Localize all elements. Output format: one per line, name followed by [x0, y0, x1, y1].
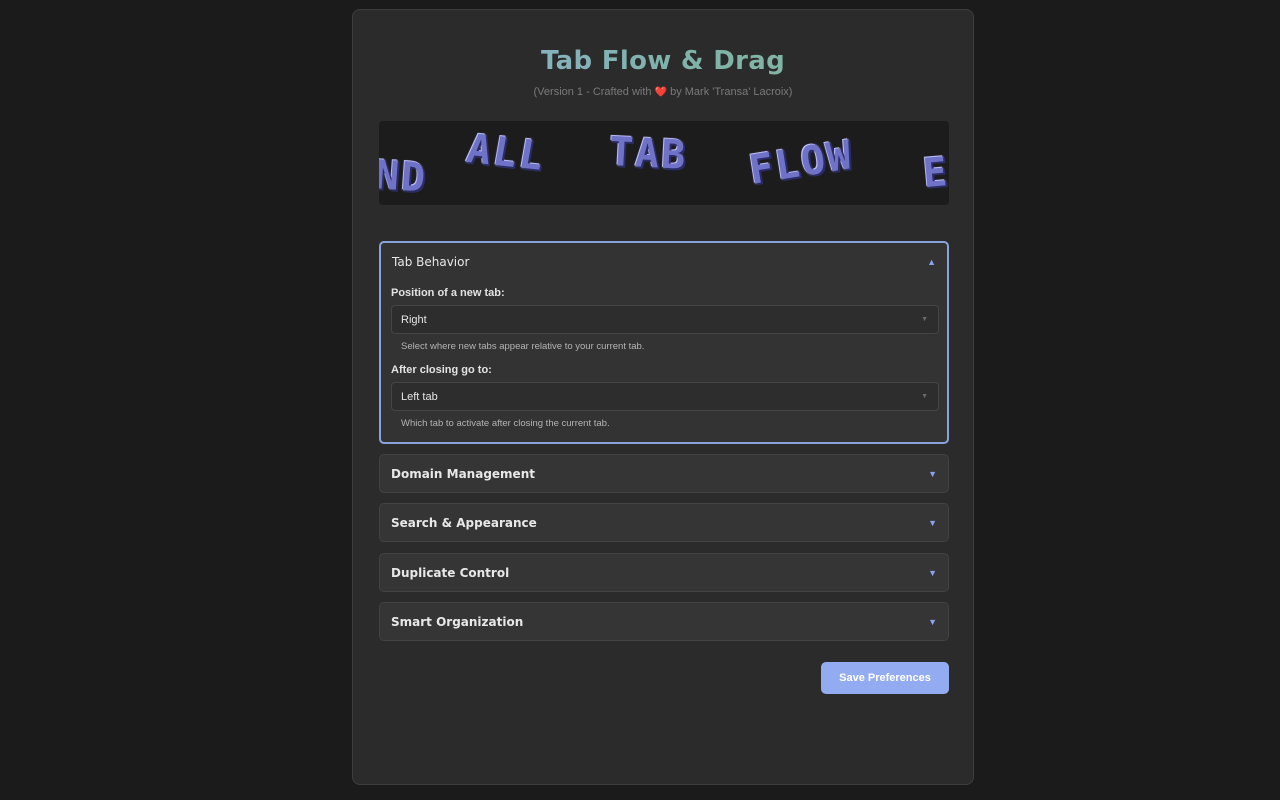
banner-word: FLOW [746, 132, 857, 194]
chevron-down-icon: ▼ [928, 469, 937, 479]
app-title: Tab Flow & Drag [353, 46, 973, 77]
caret-down-icon: ▼ [921, 316, 928, 323]
section-title: Tab Behavior [392, 255, 470, 269]
after-closing-help: Which tab to activate after closing the … [401, 418, 610, 429]
new-tab-position-help: Select where new tabs appear relative to… [401, 341, 645, 352]
after-closing-select[interactable]: Left tab ▼ [391, 382, 939, 411]
chevron-down-icon: ▼ [928, 568, 937, 578]
new-tab-position-label: Position of a new tab: [391, 287, 505, 299]
new-tab-position-select[interactable]: Right ▼ [391, 305, 939, 334]
subtitle-suffix: by Mark 'Transa' Lacroix) [670, 86, 793, 98]
subtitle-prefix: (Version 1 - Crafted with [533, 86, 652, 98]
section-domain-management[interactable]: Domain Management ▼ [379, 454, 949, 493]
chevron-down-icon: ▼ [928, 617, 937, 627]
section-title: Domain Management [391, 467, 535, 481]
section-title: Smart Organization [391, 615, 524, 629]
heart-icon: ❤️ [654, 87, 668, 98]
section-tab-behavior: Tab Behavior ▲ Position of a new tab: Ri… [379, 241, 949, 444]
caret-down-icon: ▼ [921, 393, 928, 400]
options-panel: Tab Flow & Drag (Version 1 - Crafted wit… [352, 9, 974, 785]
save-preferences-button[interactable]: Save Preferences [821, 662, 949, 694]
banner-word: E [921, 148, 949, 198]
section-header-search-appearance[interactable]: Search & Appearance ▼ [391, 504, 937, 542]
app-subtitle: (Version 1 - Crafted with ❤️ by Mark 'Tr… [353, 86, 973, 98]
chevron-up-icon: ▲ [927, 257, 936, 267]
after-closing-label: After closing go to: [391, 364, 492, 376]
section-search-appearance[interactable]: Search & Appearance ▼ [379, 503, 949, 542]
section-smart-organization[interactable]: Smart Organization ▼ [379, 602, 949, 641]
chevron-down-icon: ▼ [928, 518, 937, 528]
section-header-smart-organization[interactable]: Smart Organization ▼ [391, 603, 937, 641]
section-header-duplicate-control[interactable]: Duplicate Control ▼ [391, 554, 937, 592]
banner-word: ND [379, 152, 429, 202]
section-title: Duplicate Control [391, 566, 510, 580]
after-closing-value: Left tab [401, 390, 438, 403]
new-tab-position-value: Right [401, 313, 427, 326]
section-duplicate-control[interactable]: Duplicate Control ▼ [379, 553, 949, 592]
section-header-domain-management[interactable]: Domain Management ▼ [391, 455, 937, 493]
section-title: Search & Appearance [391, 516, 537, 530]
scroller-banner: ND ALL TAB FLOW E [379, 121, 949, 205]
banner-word: TAB [607, 128, 689, 180]
section-header-tab-behavior[interactable]: Tab Behavior ▲ [392, 243, 936, 281]
banner-word: ALL [463, 126, 550, 180]
